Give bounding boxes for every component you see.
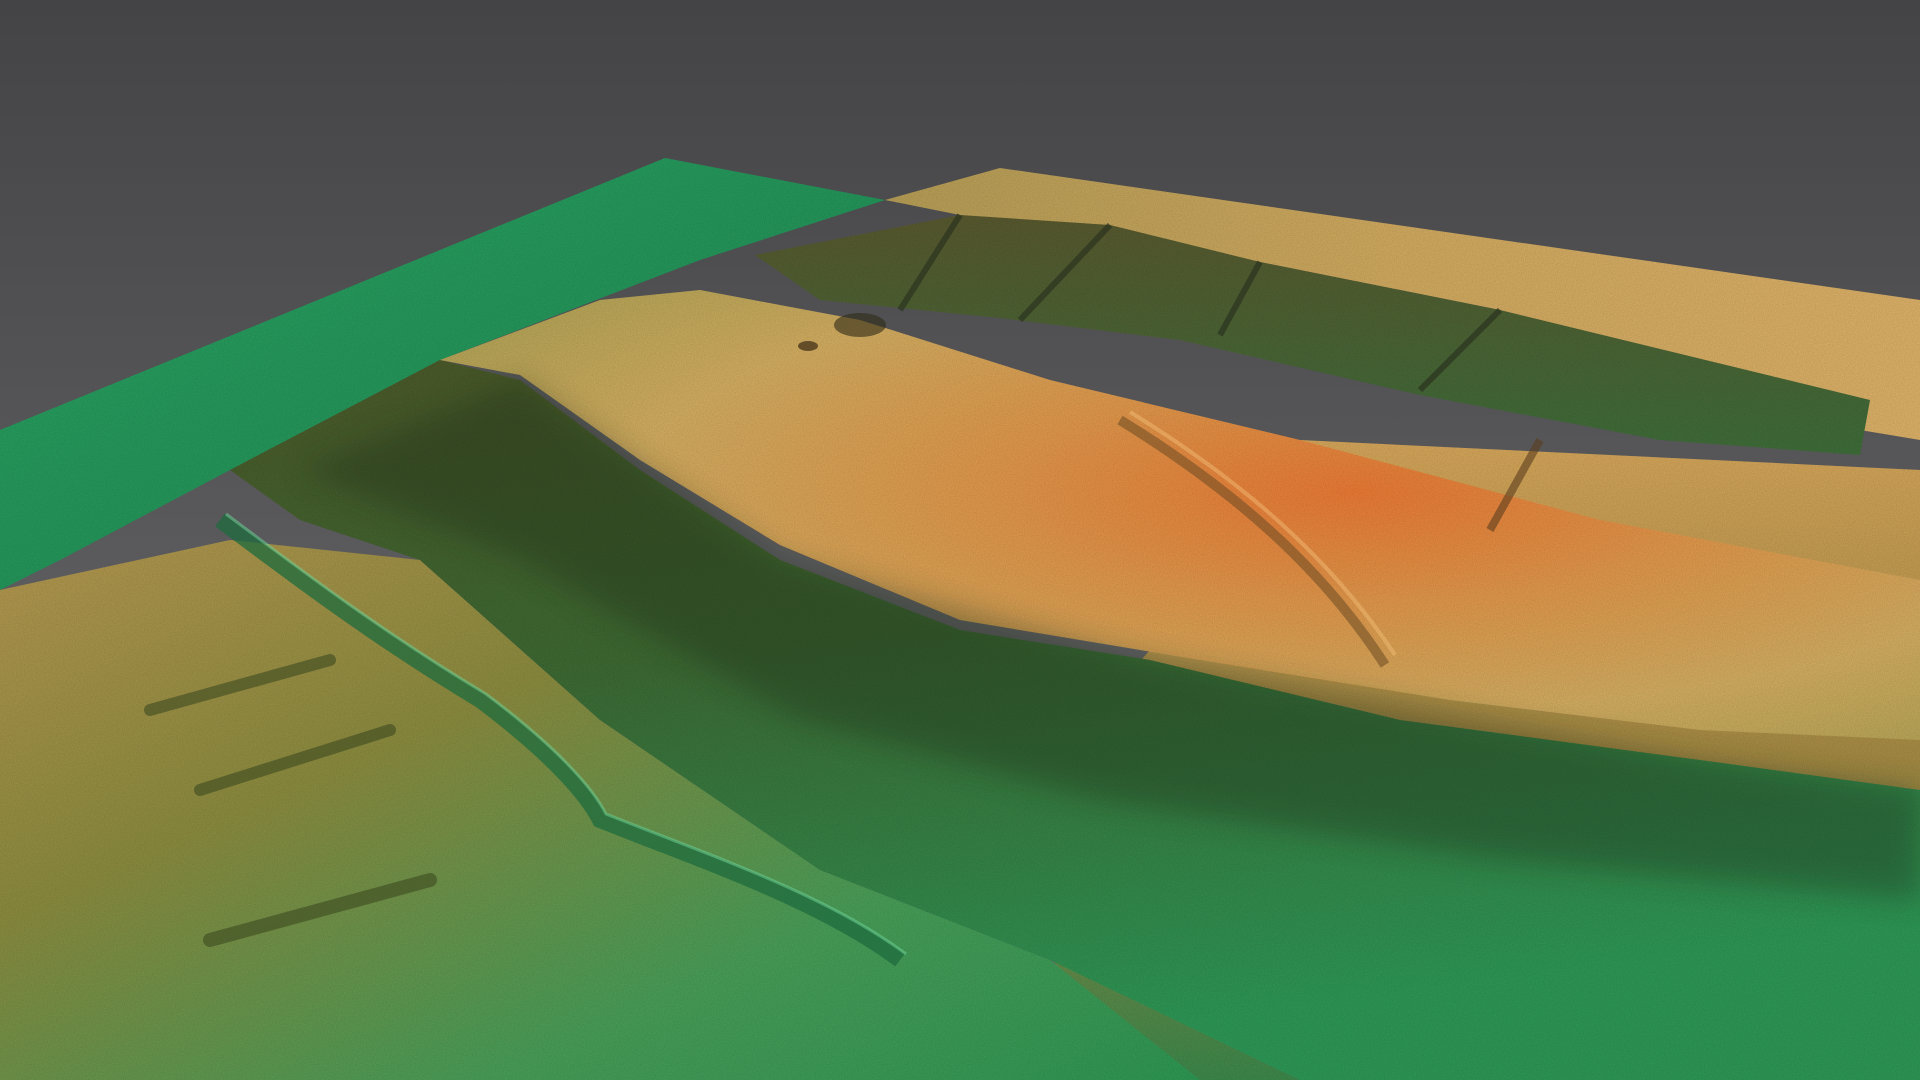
- crest-hollow: [834, 313, 886, 337]
- terrain-render: [0, 0, 1920, 1080]
- crest-mark: [798, 341, 818, 351]
- terrain-viewport[interactable]: [0, 0, 1920, 1080]
